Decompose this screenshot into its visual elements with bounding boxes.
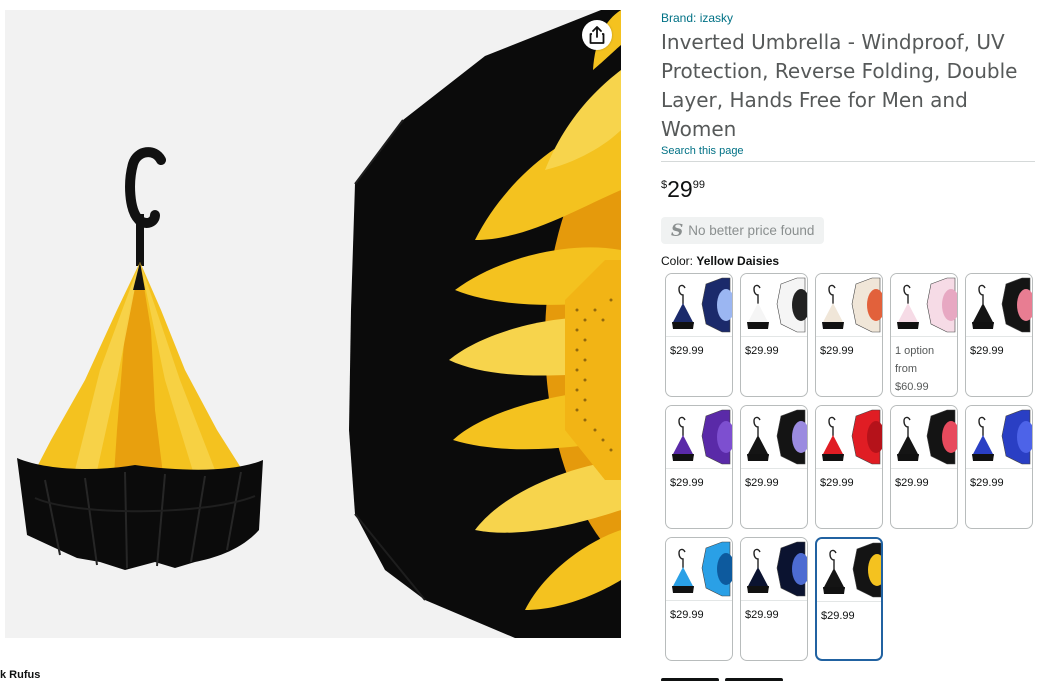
color-swatch[interactable]: $29.99 [815,273,883,397]
price-whole: 29 [667,176,693,202]
color-swatch[interactable]: $29.99 [740,405,808,529]
price-tracker-icon: S [671,220,684,241]
umbrella-thumbnail-icon [672,277,732,333]
section-heading-cut-off [661,674,791,681]
swatch-price: $29.99 [745,477,779,489]
swatch-price: $29.99 [745,345,779,357]
swatch-price: $29.99 [820,477,854,489]
swatch-price: $29.99 [970,477,1004,489]
folded-umbrella-graphic [17,147,263,570]
swatch-thumbnail [891,406,957,469]
umbrella-thumbnail-icon [822,409,882,465]
swatch-thumbnail [817,539,881,602]
price: $ 29 99 [661,176,705,202]
color-swatch[interactable]: $29.99 [665,405,733,529]
color-swatch[interactable]: $29.99 [815,405,883,529]
umbrella-thumbnail-icon [672,541,732,597]
swatch-price: $29.99 [670,609,704,621]
umbrella-thumbnail-icon [747,277,807,333]
umbrella-thumbnail-icon [747,541,807,597]
divider [661,161,1035,162]
swatch-thumbnail [966,406,1032,469]
no-better-price-badge[interactable]: S No better price found [661,217,825,244]
swatch-thumbnail [816,406,882,469]
umbrella-thumbnail-icon [823,542,881,598]
brand-link[interactable]: Brand: izasky [661,10,1035,26]
swatch-price-line: $60.99 [895,381,929,393]
umbrella-thumbnail-icon [672,409,732,465]
swatch-thumbnail [666,538,732,601]
badge-text: No better price found [688,223,815,238]
color-label: Color: [661,254,694,268]
product-info: Brand: izasky Inverted Umbrella - Windpr… [661,10,1035,162]
umbrella-thumbnail-icon [972,277,1032,333]
umbrella-thumbnail-icon [822,277,882,333]
color-swatch[interactable]: $29.99 [890,405,958,529]
color-swatch[interactable]: $29.99 [965,273,1033,397]
umbrella-thumbnail-icon [972,409,1032,465]
color-swatch[interactable]: $29.99 [965,405,1033,529]
product-title: Inverted Umbrella - Windproof, UV Protec… [661,30,1018,141]
umbrella-illustration [17,10,621,638]
swatch-thumbnail [741,274,807,337]
swatch-thumbnail [666,274,732,337]
swatch-price: $29.99 [670,345,704,357]
swatch-price: $29.99 [745,609,779,621]
color-swatch[interactable]: $29.99 [665,273,733,397]
swatch-thumbnail [966,274,1032,337]
swatch-price: $29.99 [820,345,854,357]
swatch-thumbnail [666,406,732,469]
swatch-price: $29.99 [670,477,704,489]
open-umbrella-graphic [349,10,621,638]
color-swatch[interactable]: 1 option from $60.99 [890,273,958,397]
color-swatch[interactable]: $29.99 [740,273,808,397]
price-fraction: 99 [692,179,705,191]
swatch-price: 1 option from $60.99 [891,337,957,396]
rufus-label[interactable]: k Rufus [0,669,40,681]
color-swatch[interactable]: $29.99 [740,537,808,661]
swatch-thumbnail [891,274,957,337]
swatch-price-line: 1 option [895,345,935,357]
swatch-price-line: from [895,363,917,375]
swatch-thumbnail [741,538,807,601]
color-swatch[interactable]: $29.99 [665,537,733,661]
umbrella-thumbnail-icon [897,409,957,465]
share-icon [589,26,605,44]
swatch-thumbnail [741,406,807,469]
search-this-page-link[interactable]: Search this page [661,144,1035,158]
color-swatch[interactable]: $29.99 [815,537,883,661]
selected-color-name: Yellow Daisies [696,254,780,268]
umbrella-thumbnail-icon [747,409,807,465]
share-button[interactable] [582,20,612,50]
swatch-price: $29.99 [895,477,929,489]
swatch-price: $29.99 [970,345,1004,357]
umbrella-thumbnail-icon [897,277,957,333]
swatch-thumbnail [816,274,882,337]
swatch-price: $29.99 [821,610,855,622]
main-product-image[interactable] [5,10,621,638]
color-selection-label: Color: Yellow Daisies [661,254,779,268]
